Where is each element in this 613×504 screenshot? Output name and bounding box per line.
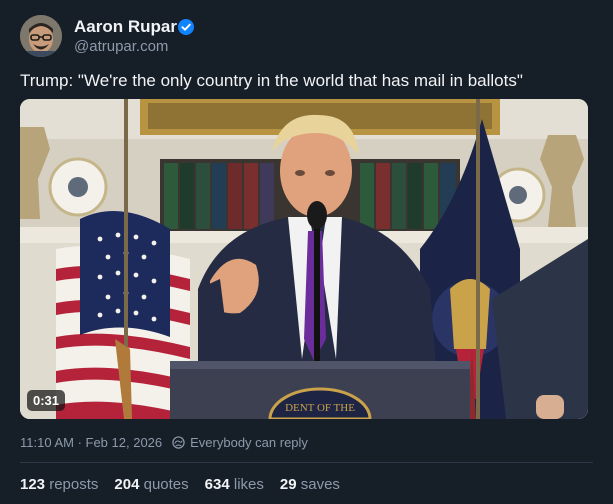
saves-count: 29 bbox=[279, 476, 301, 493]
verified-badge-icon bbox=[178, 19, 194, 35]
post-thread-item: Aaron Rupar @atrupar.com Trump: "We're t… bbox=[0, 0, 613, 504]
post-meta: 11:10 AM · Feb 12, 2026 Everybody can re… bbox=[20, 435, 308, 450]
avatar-image bbox=[20, 15, 62, 57]
divider bbox=[20, 462, 593, 463]
quotes-count: 204 bbox=[114, 476, 144, 493]
quotes-label: quotes bbox=[143, 476, 189, 493]
post-text: Trump: "We're the only country in the wo… bbox=[20, 71, 523, 90]
avatar[interactable] bbox=[20, 15, 62, 57]
author-name[interactable]: Aaron Rupar bbox=[74, 17, 177, 37]
reply-setting-icon bbox=[172, 436, 185, 449]
reposts-count: 123 bbox=[20, 476, 50, 493]
quotes-stat[interactable]: 204 quotes bbox=[114, 476, 188, 493]
reply-setting: Everybody can reply bbox=[190, 435, 308, 450]
likes-stat[interactable]: 634 likes bbox=[205, 476, 264, 493]
saves-label: saves bbox=[300, 476, 340, 493]
post-stats: 123 reposts 204 quotes 634 likes 29 save… bbox=[20, 476, 356, 493]
video-duration: 0:31 bbox=[27, 390, 66, 411]
video-player[interactable]: DENT OF THE 0:31 bbox=[20, 99, 588, 419]
video-thumbnail: DENT OF THE bbox=[20, 99, 588, 419]
post-timestamp[interactable]: 11:10 AM · Feb 12, 2026 bbox=[20, 435, 162, 450]
likes-count: 634 bbox=[204, 476, 234, 493]
seal-text: DENT OF THE bbox=[285, 402, 355, 414]
reposts-label: reposts bbox=[49, 476, 99, 493]
reposts-stat[interactable]: 123 reposts bbox=[20, 476, 98, 493]
likes-label: likes bbox=[233, 476, 264, 493]
author-handle[interactable]: @atrupar.com bbox=[74, 38, 168, 55]
saves-stat[interactable]: 29 saves bbox=[280, 476, 340, 493]
